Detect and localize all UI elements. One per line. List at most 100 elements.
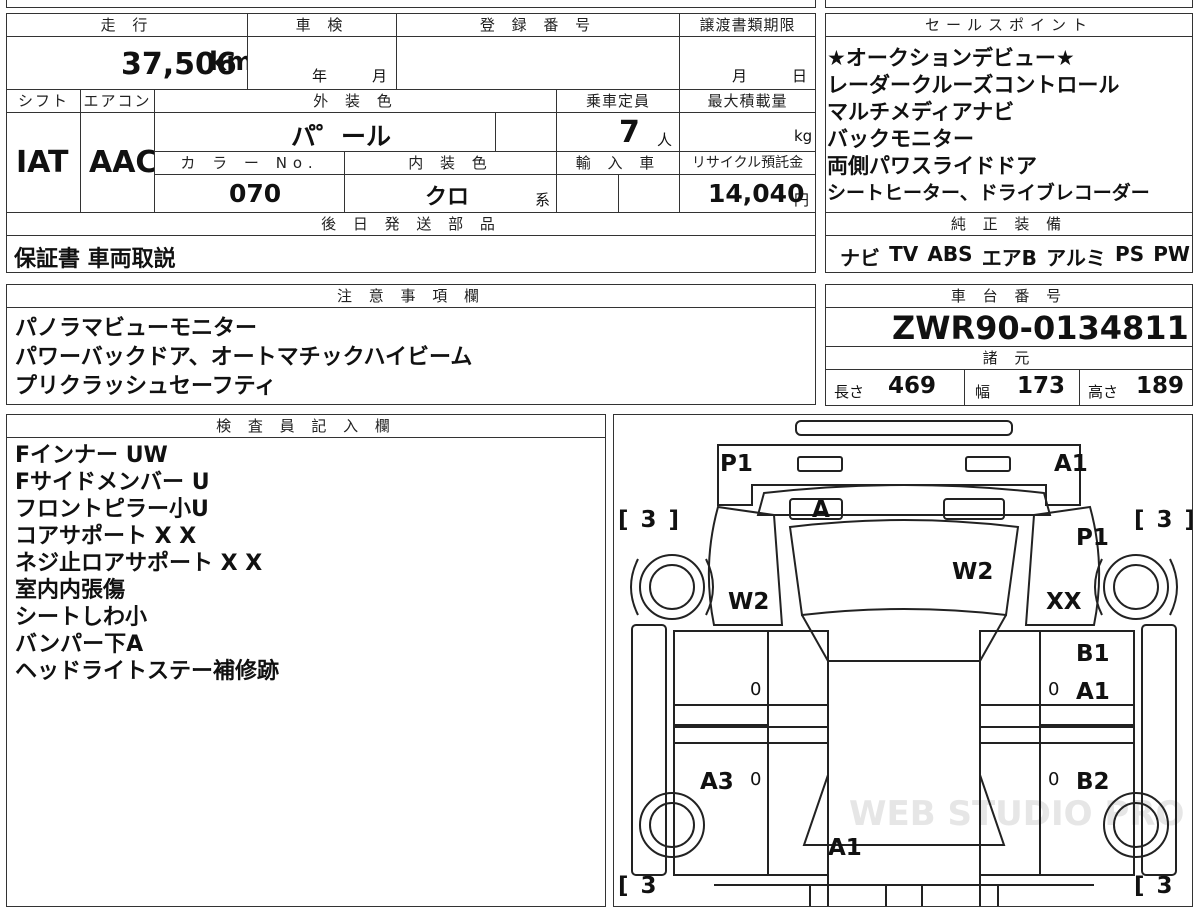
later-parts-cell: 保証書 車両取説 <box>6 235 816 273</box>
tire-tread-bottom-left: [ 3 <box>618 873 659 899</box>
interior-color-header: 内 装 色 <box>344 151 557 175</box>
color-no-header: カ ラ ー No. <box>154 151 345 175</box>
inspection-header: 車 検 <box>247 13 397 37</box>
max-load-unit: kg <box>794 127 813 145</box>
shift-value: IAT <box>16 145 69 180</box>
inspector-note: フロントピラー小U <box>15 497 209 522</box>
sales-point: シートヒーター、ドライブレコーダー <box>827 182 1150 204</box>
sales-point: ★オークションデビュー★ <box>827 46 1075 70</box>
inspector-notes-header: 検 査 員 記 入 欄 <box>6 414 606 438</box>
inspector-note: 室内内張傷 <box>15 578 126 603</box>
inspector-note: ネジ止ロアサポート X X <box>15 551 263 576</box>
import-header: 輸 入 車 <box>556 151 680 175</box>
transfer-deadline-cell: 月 日 <box>679 36 816 90</box>
equipment-list: ナビ TV ABS エアB アルミ PS PW <box>840 242 1190 271</box>
import-cell-right <box>618 174 680 213</box>
notes-list: パノラマビューモニター パワーバックドア、オートマチックハイビーム プリクラッシ… <box>15 314 472 401</box>
exterior-color-cell: パ゜ール <box>154 112 496 152</box>
color-no-cell: 070 <box>154 174 345 213</box>
exterior-color-value: パ゜ール <box>291 122 392 151</box>
damage-rear-bumper: A1 <box>828 835 862 861</box>
marker-zero-right-2: 0 <box>1048 769 1060 790</box>
length-value: 469 <box>888 373 937 399</box>
inspector-note: Fインナー UW <box>15 443 168 468</box>
damage-left-glass: W2 <box>728 589 770 615</box>
equipment-item: PS <box>1115 242 1145 266</box>
sales-point: 両側パワスライドドア <box>827 154 1037 178</box>
note-item: プリクラッシュセーフティ <box>15 374 277 399</box>
shift-cell: IAT <box>6 112 81 213</box>
later-parts-value: 保証書 車両取説 <box>14 247 176 272</box>
equipment-item: ABS <box>927 242 973 266</box>
damage-right-front-door-b: B1 <box>1076 641 1110 667</box>
aircon-value: AAC <box>89 145 158 180</box>
inspector-note: バンパー下A <box>15 632 144 657</box>
recycle-unit: 円 <box>794 191 810 209</box>
damage-grille: A <box>812 497 830 523</box>
chassis-number-value: ZWR90-0134811 <box>892 309 1189 347</box>
capacity-unit: 人 <box>657 131 673 149</box>
registration-cell <box>396 36 680 90</box>
sales-points-box: ★オークションデビュー★ レーダークルーズコントロール マルチメディアナビ バッ… <box>825 36 1193 213</box>
transfer-month-unit: 月 <box>732 67 748 85</box>
height-cell: 高さ 189 <box>1079 369 1193 406</box>
top-cropped-strip-right <box>825 0 1193 8</box>
genuine-equipment-cell: ナビ TV ABS エアB アルミ PS PW <box>825 235 1193 273</box>
transfer-deadline-header: 譲渡書類期限 <box>679 13 816 37</box>
equipment-item: TV <box>889 242 919 266</box>
inspection-year-unit: 年 <box>312 67 328 85</box>
marker-zero-right-1: 0 <box>1048 679 1060 700</box>
damage-front-left: P1 <box>720 451 753 477</box>
exterior-color-header: 外 装 色 <box>154 89 557 113</box>
chassis-number-header: 車 台 番 号 <box>825 284 1193 308</box>
car-diagram-box: WEB STUDIO PRO P1 A1 A [3] [3] P1 W2… <box>613 414 1193 907</box>
sales-points-header: セールスポイント <box>825 13 1193 37</box>
equipment-item: エアB <box>981 246 1037 270</box>
damage-right-rear-door: B2 <box>1076 769 1110 795</box>
registration-header: 登 録 番 号 <box>396 13 680 37</box>
sales-points-list: ★オークションデビュー★ レーダークルーズコントロール マルチメディアナビ バッ… <box>827 45 1150 207</box>
damage-right-fender-x: XX <box>1046 589 1082 615</box>
inspector-note: コアサポート X X <box>15 524 197 549</box>
inspector-note: シートしわ小 <box>15 605 148 630</box>
mileage-cell: 37,506 km <box>6 36 253 90</box>
aircon-header: エアコン <box>80 89 155 113</box>
equipment-item: ナビ <box>840 246 880 270</box>
sales-point: バックモニター <box>827 127 974 151</box>
damage-windshield: W2 <box>952 559 994 585</box>
marker-zero-left-2: 0 <box>750 769 762 790</box>
interior-color-cell: クロ 系 <box>344 174 557 213</box>
width-value: 173 <box>1017 373 1066 399</box>
inspection-month-unit: 月 <box>372 67 388 85</box>
note-item: パノラマビューモニター <box>15 316 258 341</box>
equipment-item: アルミ <box>1046 246 1106 270</box>
tire-tread-top-left: [ 3 ] <box>618 507 682 533</box>
capacity-cell: 7 人 <box>556 112 680 152</box>
inspection-cell: 年 月 <box>247 36 397 90</box>
recycle-cell: 14,040 円 <box>679 174 816 213</box>
capacity-value: 7 <box>619 115 640 150</box>
transfer-day-unit: 日 <box>792 67 808 85</box>
notes-header: 注 意 事 項 欄 <box>6 284 816 308</box>
length-cell: 長さ 469 <box>825 369 965 406</box>
recycle-header: リサイクル預託金 <box>679 151 816 175</box>
max-load-header: 最大積載量 <box>679 89 816 113</box>
width-label: 幅 <box>975 383 991 401</box>
interior-color-value: クロ <box>425 185 470 210</box>
width-cell: 幅 173 <box>964 369 1080 406</box>
sales-point: レーダークルーズコントロール <box>827 73 1120 97</box>
mileage-header: 走 行 <box>6 13 248 37</box>
note-item: パワーバックドア、オートマチックハイビーム <box>15 345 473 370</box>
interior-color-suffix: 系 <box>535 191 551 209</box>
aircon-cell: AAC <box>80 112 158 213</box>
top-cropped-strip <box>6 0 816 8</box>
tire-tread-bottom-right: [ 3 <box>1134 873 1175 899</box>
inspector-notes-box: Fインナー UW Fサイドメンバー U フロントピラー小U コアサポート X X… <box>6 437 606 907</box>
tire-tread-top-right: [ 3 ] <box>1134 507 1193 533</box>
exterior-color-code-cell <box>495 112 557 152</box>
marker-zero-left-1: 0 <box>750 679 762 700</box>
sales-point: マルチメディアナビ <box>827 100 1015 124</box>
inspector-note: Fサイドメンバー U <box>15 470 210 495</box>
import-cell-left <box>556 174 619 213</box>
damage-left-rear-door: A3 <box>700 769 734 795</box>
